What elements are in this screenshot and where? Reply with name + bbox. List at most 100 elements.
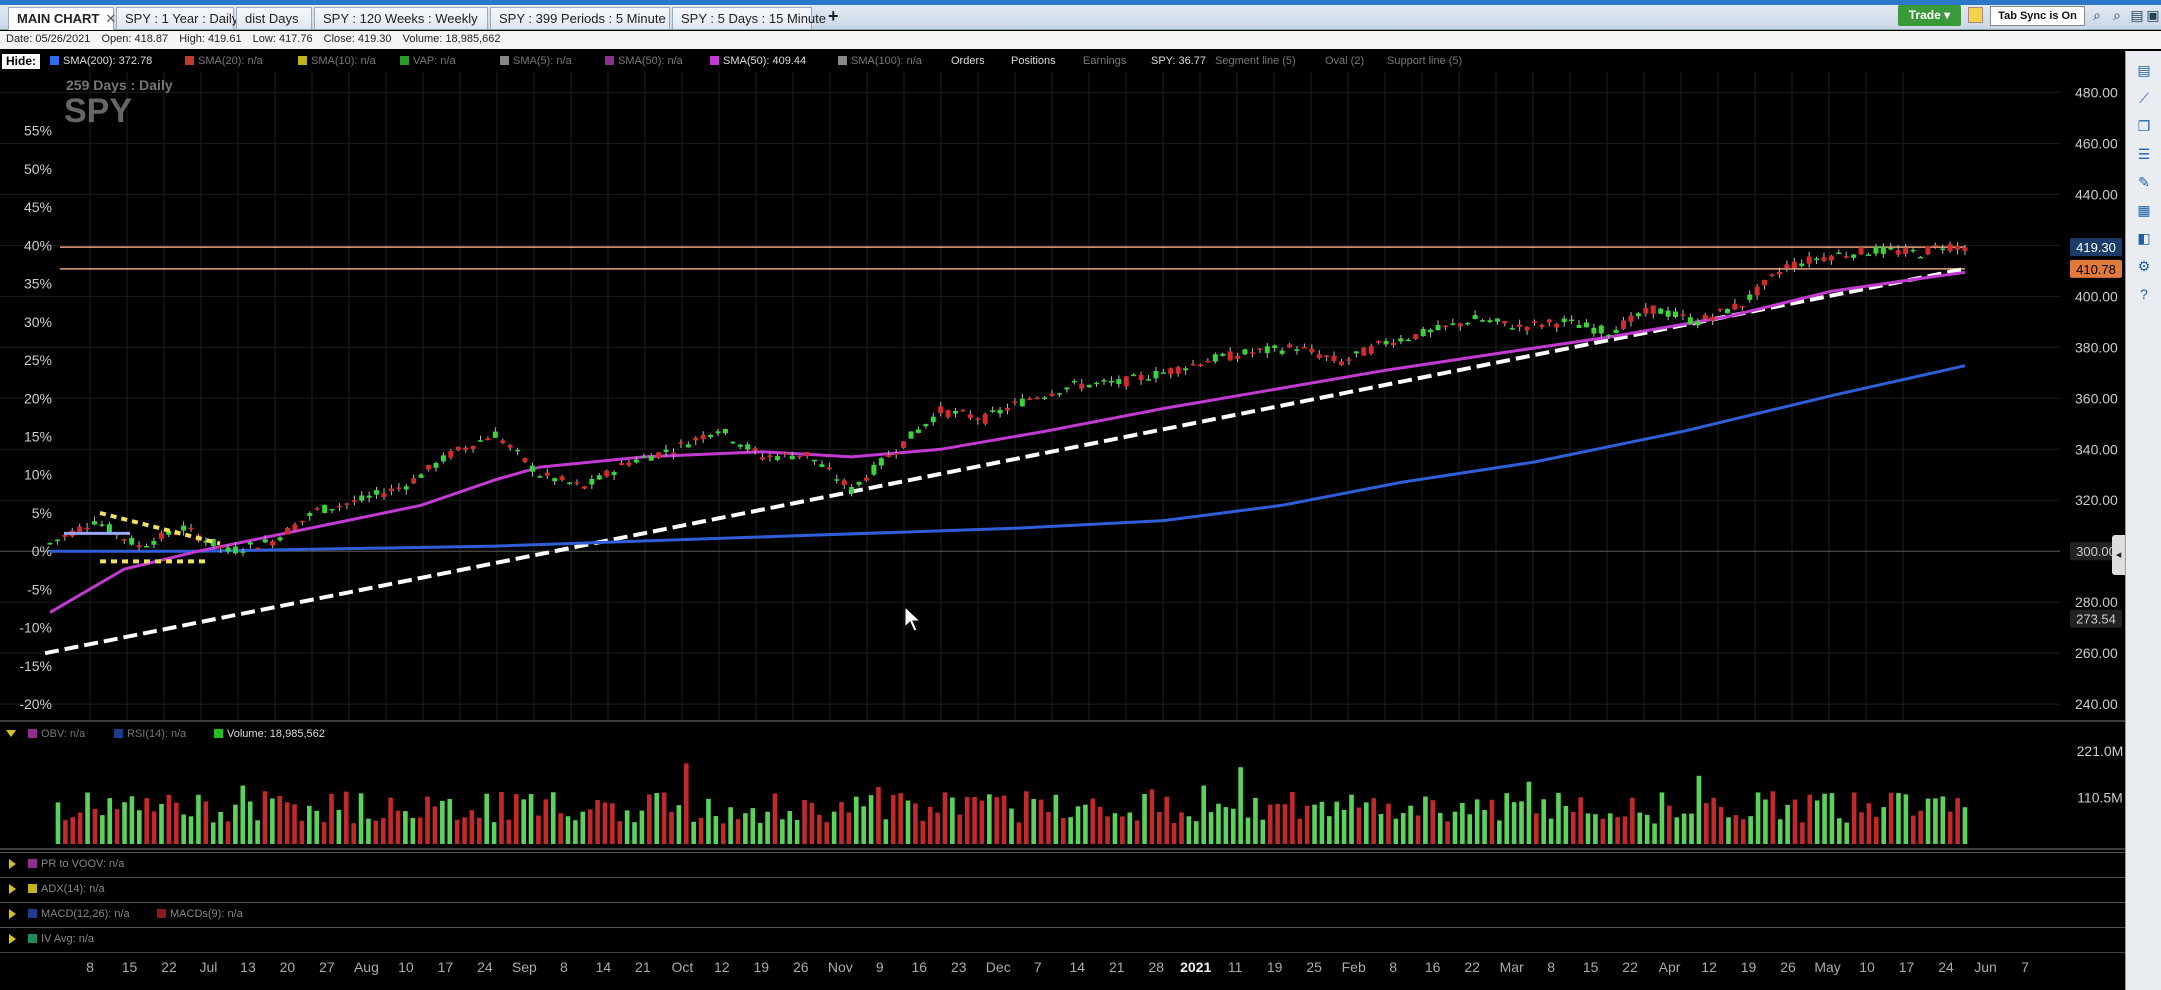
- candle-body: [225, 547, 231, 552]
- legend-item-2[interactable]: SMA(10): n/a: [298, 54, 376, 68]
- volume-bar: [691, 821, 696, 844]
- price-tick-label: 280.00: [2075, 594, 2118, 610]
- candle-body: [1910, 249, 1916, 252]
- legend-item-0[interactable]: SMA(200): 372.78: [50, 54, 152, 68]
- candle-body: [670, 452, 676, 455]
- candle-body: [1598, 325, 1604, 334]
- candle-body: [1925, 246, 1931, 255]
- volume-legend-item-2[interactable]: Volume: 18,985,562: [214, 727, 325, 741]
- volume-bar: [1859, 812, 1864, 844]
- hide-button[interactable]: Hide:: [2, 54, 40, 69]
- candle-body: [1027, 398, 1033, 401]
- legend-item-7[interactable]: SMA(100): n/a: [838, 54, 922, 68]
- study-row-2[interactable]: MACD(12,26): n/a MACDs(9): n/a: [0, 902, 2125, 924]
- volume-bar: [462, 817, 467, 844]
- note-icon[interactable]: [1968, 7, 1983, 23]
- legend-extra-0[interactable]: Orders: [951, 54, 985, 68]
- legend-swatch: [28, 884, 37, 893]
- expand-arrow-icon[interactable]: [9, 934, 16, 944]
- drawing-pen-icon[interactable]: ✎: [2135, 173, 2153, 191]
- bar-chart-icon[interactable]: ▤: [2135, 61, 2153, 79]
- volume-bar: [358, 793, 364, 844]
- volume-bar: [1578, 797, 1583, 844]
- volume-legend-item-1[interactable]: RSI(14): n/a: [114, 727, 186, 741]
- volume-bar: [499, 791, 504, 844]
- candle-body: [1390, 342, 1396, 346]
- tab-sync-toggle[interactable]: Tab Sync is On: [1990, 6, 2085, 26]
- study-legend-2[interactable]: MACDs(9): n/a: [157, 907, 243, 921]
- tab-0[interactable]: MAIN CHART ✕: [8, 7, 116, 30]
- candle-body: [1079, 383, 1085, 389]
- legend-item-5[interactable]: SMA(50): n/a: [605, 54, 683, 68]
- study-row-1[interactable]: ADX(14): n/a: [0, 877, 2125, 899]
- studies-icon[interactable]: ▦: [2135, 201, 2153, 219]
- legend-item-1[interactable]: SMA(20): n/a: [185, 54, 263, 68]
- study-row-3[interactable]: IV Avg: n/a: [0, 927, 2125, 949]
- volume-bar: [240, 785, 246, 844]
- volume-bar: [1947, 811, 1953, 844]
- volume-bar: [713, 816, 719, 844]
- trade-button[interactable]: Trade ▾: [1898, 5, 1961, 26]
- tab-3[interactable]: SPY : 120 Weeks : Weekly: [314, 7, 488, 29]
- save-icon[interactable]: ▣: [2144, 6, 2161, 24]
- candle-body: [1227, 351, 1233, 361]
- legend-extra-6[interactable]: Support line (5): [1387, 54, 1462, 68]
- legend-item-4[interactable]: SMA(5): n/a: [500, 54, 572, 68]
- x-tick-label: 10: [1859, 959, 1875, 975]
- legend-extra-5[interactable]: Oval (2): [1325, 54, 1364, 68]
- legend-extra-2[interactable]: Earnings: [1083, 54, 1126, 68]
- legend-extra-1[interactable]: Positions: [1011, 54, 1056, 68]
- study-legend[interactable]: IV Avg: n/a: [28, 932, 94, 946]
- volume-bar: [787, 811, 793, 844]
- settings-gear-icon[interactable]: ⚙: [2135, 257, 2153, 275]
- price-tick-label: 400.00: [2075, 288, 2118, 304]
- candle-body: [1220, 353, 1226, 356]
- expand-arrow-icon[interactable]: [9, 909, 16, 919]
- volume-bar: [1874, 816, 1879, 844]
- percent-tick-label: 0%: [32, 543, 52, 559]
- legend-item-6[interactable]: SMA(50): 409.44: [710, 54, 806, 68]
- candle-body: [1420, 329, 1426, 337]
- volume-bar: [1630, 797, 1635, 844]
- tab-2[interactable]: dist Days: [236, 7, 312, 29]
- tab-1[interactable]: SPY : 1 Year : Daily: [116, 7, 238, 29]
- expand-arrow-icon[interactable]: [9, 859, 16, 869]
- tab-4[interactable]: SPY : 399 Periods : 5 Minute: [490, 7, 670, 29]
- volume-bar: [1777, 819, 1783, 844]
- add-tab-button[interactable]: +: [828, 6, 839, 27]
- x-tick-label: 9: [875, 959, 884, 975]
- tab-5[interactable]: SPY : 5 Days : 15 Minute: [672, 7, 826, 29]
- volume-bar: [550, 792, 556, 844]
- candle-body: [285, 527, 291, 535]
- help-icon[interactable]: ?: [2135, 285, 2153, 303]
- candle-body: [678, 442, 684, 444]
- expand-arrow-icon[interactable]: [9, 884, 16, 894]
- zoom-out-icon[interactable]: ⌕: [2108, 6, 2126, 24]
- x-tick-label: 15: [1582, 959, 1599, 975]
- candle-body: [1799, 263, 1805, 267]
- price-tick-label: 340.00: [2075, 441, 2118, 457]
- study-legend[interactable]: ADX(14): n/a: [28, 882, 105, 896]
- study-row-0[interactable]: PR to VOOV: n/a: [0, 852, 2125, 874]
- legend-extra-4[interactable]: Segment line (5): [1215, 54, 1296, 68]
- panel-collapse-handle[interactable]: ◂: [2112, 535, 2125, 575]
- volume-bar: [558, 813, 563, 844]
- zoom-in-icon[interactable]: ⌕: [2088, 6, 2106, 24]
- study-legend[interactable]: PR to VOOV: n/a: [28, 857, 124, 871]
- close-icon[interactable]: ✕: [105, 11, 116, 26]
- legend-item-3[interactable]: VAP: n/a: [400, 54, 456, 68]
- volume-bar: [1400, 813, 1406, 844]
- candle-body: [574, 482, 580, 484]
- candle-body: [1621, 320, 1627, 329]
- candle-body: [1650, 305, 1656, 314]
- price-chart[interactable]: 480.00460.00440.00420.00400.00380.00360.…: [0, 72, 2125, 722]
- volume-legend-item-0[interactable]: OBV: n/a: [28, 727, 85, 741]
- legend-extra-3[interactable]: SPY: 36.77: [1151, 54, 1206, 68]
- color-palette-icon[interactable]: ◧: [2135, 229, 2153, 247]
- volume-collapse-icon[interactable]: [6, 730, 16, 737]
- line-chart-icon[interactable]: ⟋: [2135, 89, 2153, 107]
- candle-body: [418, 474, 424, 478]
- templates-icon[interactable]: ❐: [2135, 117, 2153, 135]
- study-legend[interactable]: MACD(12,26): n/a: [28, 907, 130, 921]
- chart-settings-icon[interactable]: ☰: [2135, 145, 2153, 163]
